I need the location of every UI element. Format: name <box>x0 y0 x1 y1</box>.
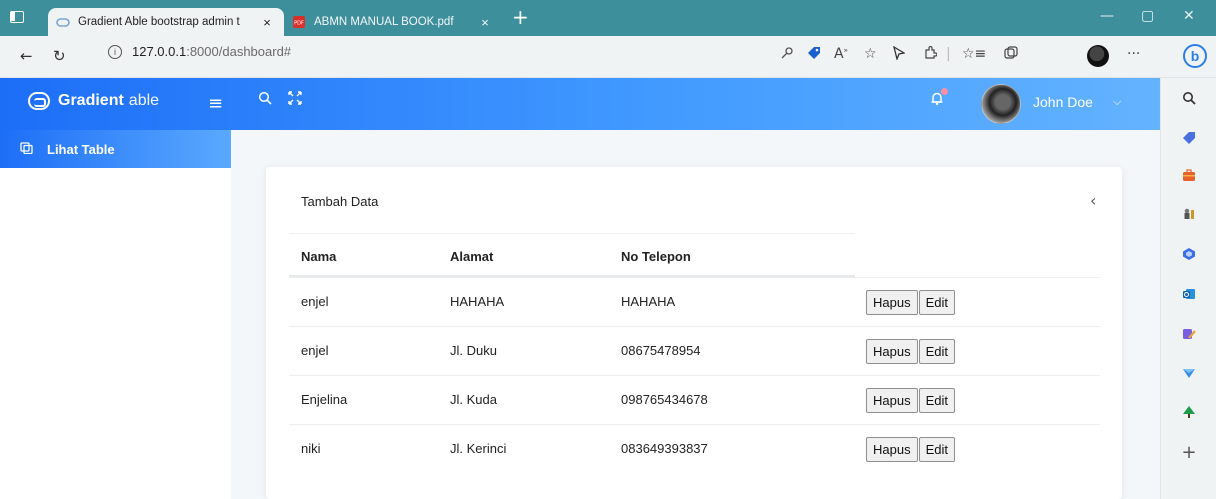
notification-dot <box>941 88 948 95</box>
edit-button[interactable]: Edit <box>918 437 955 462</box>
logo-text-bold: Gradient <box>58 92 124 109</box>
logo-mark-icon <box>28 92 50 110</box>
cell-telepon: 083649393837 <box>621 441 708 456</box>
app-header: Gradient able ≡ John Doe ⌵ <box>0 78 1160 130</box>
data-card: Tambah Data ‹ Nama Alamat No Telepon enj… <box>266 167 1122 499</box>
close-window-icon[interactable]: ✕ <box>1183 8 1195 24</box>
back-icon[interactable]: ← <box>20 47 33 65</box>
table-row: Enjelina Jl. Kuda 098765434678 Hapus Edi… <box>289 375 1100 424</box>
favorite-star-icon[interactable]: ☆ <box>864 46 877 62</box>
column-header-nama: Nama <box>301 249 337 264</box>
app-logo[interactable]: Gradient able <box>28 92 159 110</box>
table-header-divider <box>289 233 855 234</box>
user-name[interactable]: John Doe <box>1033 94 1093 110</box>
table-row: enjel HAHAHA HAHAHA Hapus Edit <box>289 277 1100 326</box>
cell-telepon: 098765434678 <box>621 392 708 407</box>
shopping-icon[interactable] <box>1181 130 1197 146</box>
gradient-able-favicon-icon <box>56 15 70 29</box>
cell-nama: niki <box>301 441 321 456</box>
minimize-icon[interactable]: — <box>1100 8 1114 24</box>
sidebar-item-lihat-table[interactable]: Lihat Table <box>0 130 231 168</box>
row-actions: Hapus Edit <box>866 290 955 315</box>
user-avatar[interactable] <box>981 84 1021 124</box>
row-actions: Hapus Edit <box>866 437 955 462</box>
table-icon <box>20 141 33 157</box>
cursor-icon[interactable] <box>892 45 906 64</box>
svg-text:PDF: PDF <box>294 21 304 27</box>
chevron-left-icon[interactable]: ‹ <box>1090 191 1096 210</box>
tools-briefcase-icon[interactable] <box>1181 167 1197 183</box>
restore-icon[interactable]: ▢ <box>1141 8 1154 24</box>
send-arrow-icon[interactable] <box>1181 365 1197 381</box>
games-chess-icon[interactable] <box>1181 206 1197 222</box>
shopping-tag-icon[interactable] <box>806 46 822 64</box>
designer-pen-icon[interactable] <box>1181 326 1197 342</box>
cell-alamat: Jl. Kuda <box>450 392 497 407</box>
address-bar: ← ↻ i 127.0.0.1:8000/dashboard# A» ☆ | ☆… <box>0 36 1216 78</box>
refresh-icon[interactable]: ↻ <box>53 47 66 65</box>
new-tab-button[interactable]: + <box>512 5 529 29</box>
browser-tab-title: ABMN MANUAL BOOK.pdf <box>314 16 454 28</box>
cell-nama: enjel <box>301 294 329 309</box>
row-actions: Hapus Edit <box>866 339 955 364</box>
url-host: 127.0.0.1 <box>132 44 187 59</box>
search-icon[interactable] <box>258 90 272 109</box>
favorites-list-icon[interactable]: ☆≡ <box>962 46 986 62</box>
read-aloud-icon[interactable]: A» <box>834 46 848 62</box>
profile-avatar[interactable] <box>1087 45 1109 67</box>
extensions-icon[interactable] <box>923 45 938 64</box>
close-tab-icon[interactable]: × <box>258 15 276 30</box>
fullscreen-icon[interactable] <box>288 91 302 109</box>
table-row: enjel Jl. Duku 08675478954 Hapus Edit <box>289 326 1100 375</box>
card-title: Tambah Data <box>301 194 379 209</box>
close-tab-icon[interactable]: × <box>476 15 494 30</box>
sidebar-item-label: Lihat Table <box>47 141 115 157</box>
password-key-icon[interactable] <box>780 46 794 64</box>
table-row: niki Jl. Kerinci 083649393837 Hapus Edit <box>289 424 1100 473</box>
cell-alamat: HAHAHA <box>450 294 505 309</box>
column-header-telepon: No Telepon <box>621 249 691 264</box>
toolbar-divider: | <box>946 46 951 62</box>
bing-copilot-icon[interactable]: b <box>1183 44 1207 68</box>
cell-telepon: 08675478954 <box>621 343 701 358</box>
delete-button[interactable]: Hapus <box>866 388 918 413</box>
cell-nama: enjel <box>301 343 329 358</box>
outlook-icon[interactable] <box>1181 286 1197 302</box>
delete-button[interactable]: Hapus <box>866 339 918 364</box>
hamburger-menu-icon[interactable]: ≡ <box>208 93 223 114</box>
tree-icon[interactable] <box>1181 404 1197 420</box>
edit-button[interactable]: Edit <box>918 388 955 413</box>
search-icon[interactable] <box>1181 90 1197 106</box>
delete-button[interactable]: Hapus <box>866 437 918 462</box>
microsoft-365-icon[interactable] <box>1181 246 1197 262</box>
row-actions: Hapus Edit <box>866 388 955 413</box>
edit-button[interactable]: Edit <box>918 290 955 315</box>
cell-telepon: HAHAHA <box>621 294 676 309</box>
add-sidebar-icon[interactable]: + <box>1181 442 1197 463</box>
tab-actions-icon[interactable] <box>10 11 24 23</box>
site-info-icon[interactable]: i <box>108 44 122 59</box>
more-menu-icon[interactable]: ··· <box>1127 46 1140 62</box>
collections-icon[interactable] <box>1004 46 1018 64</box>
app-sidebar: Lihat Table <box>0 130 231 499</box>
chevron-down-icon[interactable]: ⌵ <box>1113 95 1121 109</box>
browser-tab-title: Gradient Able bootstrap admin t <box>78 16 240 28</box>
cell-alamat: Jl. Duku <box>450 343 497 358</box>
edge-sidebar: + <box>1160 78 1216 499</box>
delete-button[interactable]: Hapus <box>866 290 918 315</box>
logo-text-light: able <box>128 92 160 109</box>
browser-tab-active[interactable]: Gradient Able bootstrap admin t × <box>48 8 284 36</box>
edit-button[interactable]: Edit <box>918 339 955 364</box>
browser-tab-pdf[interactable]: PDF ABMN MANUAL BOOK.pdf × <box>284 8 502 36</box>
pdf-icon: PDF <box>292 15 306 29</box>
cell-alamat: Jl. Kerinci <box>450 441 507 456</box>
column-header-alamat: Alamat <box>450 249 494 264</box>
browser-tabstrip: Gradient Able bootstrap admin t × PDF AB… <box>0 0 1216 36</box>
cell-nama: Enjelina <box>301 392 348 407</box>
url-path: :8000/dashboard# <box>186 44 292 59</box>
url-field[interactable]: i 127.0.0.1:8000/dashboard# <box>108 44 291 59</box>
